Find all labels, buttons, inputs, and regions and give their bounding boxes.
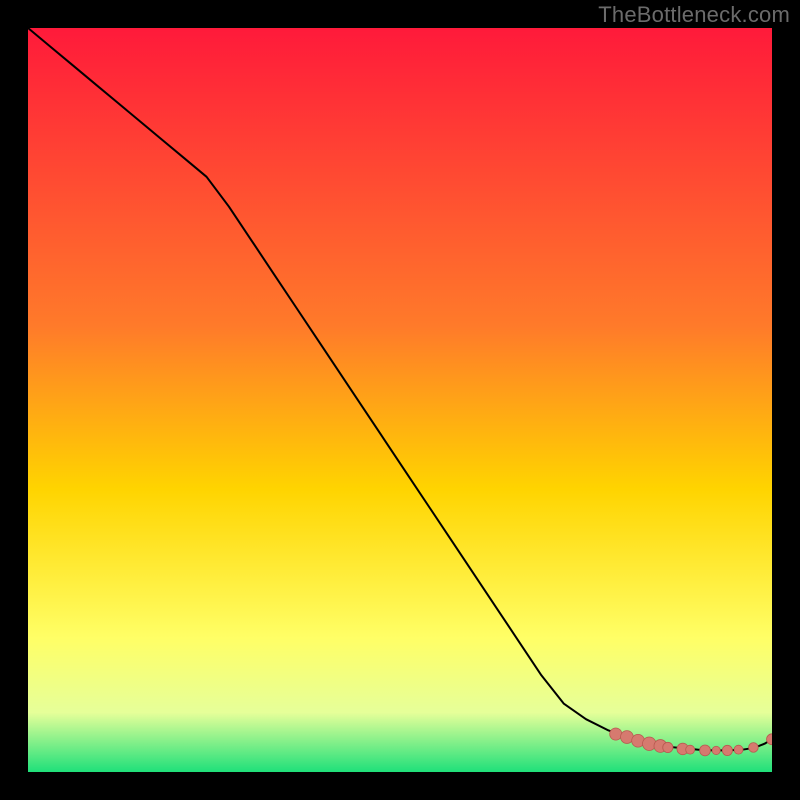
marker-dot xyxy=(734,745,743,754)
gradient-background xyxy=(28,28,772,772)
marker-dot xyxy=(712,746,720,754)
marker-dot xyxy=(610,728,622,740)
marker-dot xyxy=(722,745,732,755)
marker-dot xyxy=(663,742,673,752)
chart-svg xyxy=(28,28,772,772)
chart-frame: TheBottleneck.com xyxy=(0,0,800,800)
marker-dot xyxy=(686,745,695,754)
watermark-label: TheBottleneck.com xyxy=(598,2,790,28)
marker-dot xyxy=(700,745,711,756)
plot-area xyxy=(28,28,772,772)
marker-dot xyxy=(643,737,656,750)
marker-dot xyxy=(749,743,759,753)
